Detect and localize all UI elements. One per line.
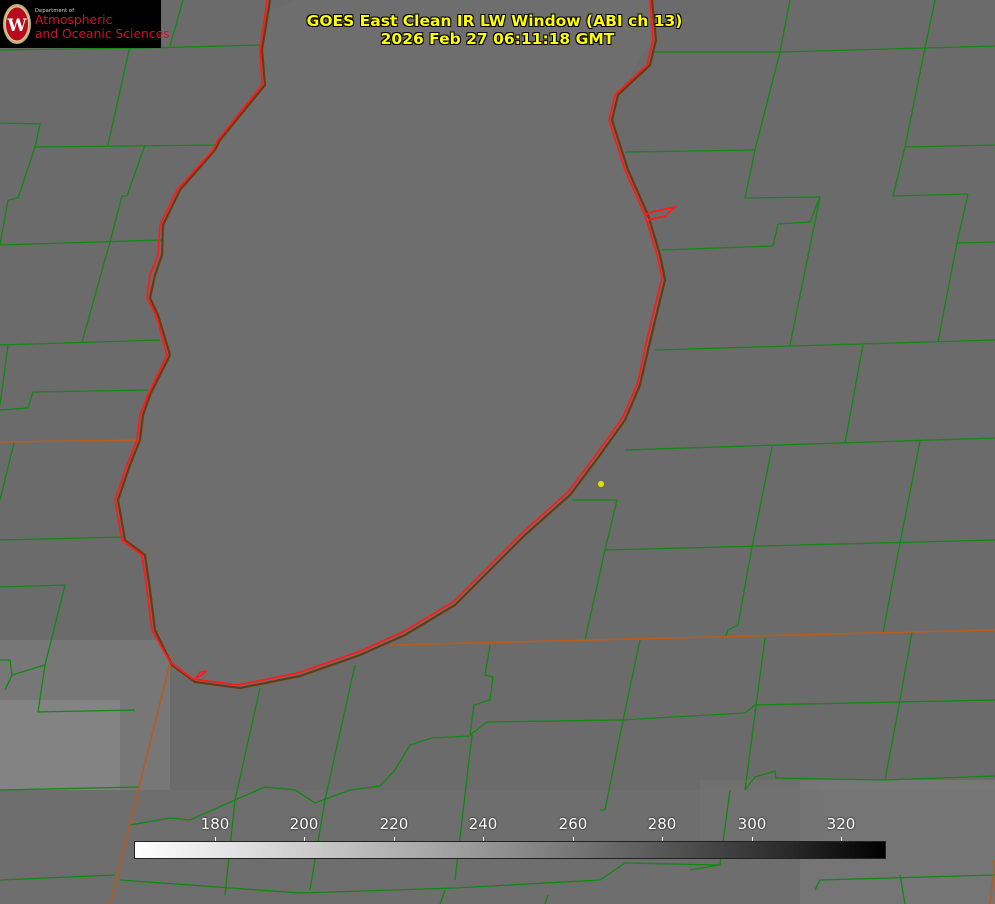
image-title: GOES East Clean IR LW Window (ABI ch 13)… — [0, 12, 995, 48]
map-layer — [0, 0, 995, 904]
colorbar-tick — [215, 837, 216, 841]
temperature-colorbar — [134, 841, 886, 859]
colorbar-tick — [841, 837, 842, 841]
colorbar-tick-label: 240 — [468, 815, 498, 833]
colorbar-tick — [304, 837, 305, 841]
ir-texture — [0, 640, 995, 904]
satellite-image-viewer: W Department of Atmospheric and Oceanic … — [0, 0, 995, 904]
colorbar-tick-label: 320 — [826, 815, 856, 833]
colorbar-tick-label: 220 — [379, 815, 409, 833]
title-line1: GOES East Clean IR LW Window (ABI ch 13) — [306, 12, 683, 30]
colorbar-tick — [662, 837, 663, 841]
colorbar-tick — [752, 837, 753, 841]
colorbar-tick-label: 180 — [200, 815, 230, 833]
title-timestamp: 2026 Feb 27 06:11:18 GMT — [380, 30, 615, 48]
colorbar-tick-label: 200 — [289, 815, 319, 833]
station-marker — [598, 481, 604, 487]
colorbar-tick-label: 280 — [647, 815, 677, 833]
colorbar-tick-label: 260 — [558, 815, 588, 833]
colorbar-tick — [394, 837, 395, 841]
colorbar-tick-label: 300 — [737, 815, 767, 833]
colorbar-tick — [573, 837, 574, 841]
lake-surface — [118, 0, 662, 688]
colorbar-tick — [483, 837, 484, 841]
